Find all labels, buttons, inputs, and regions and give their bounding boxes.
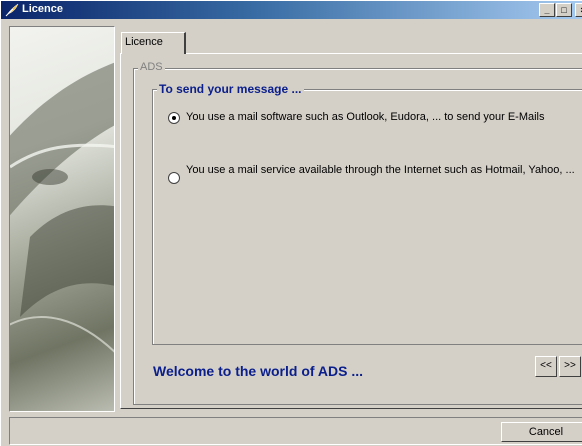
- licence-window: Licence _ □ × Licence ADS To send your m…: [0, 0, 582, 446]
- mail-service-option[interactable]: You use a mail service available through…: [168, 164, 578, 184]
- mail-software-radio[interactable]: [168, 112, 180, 124]
- minimize-button[interactable]: _: [539, 3, 555, 17]
- feather-icon: [4, 2, 20, 18]
- welcome-text: Welcome to the world of ADS ...: [153, 363, 364, 379]
- mail-software-option[interactable]: You use a mail software such as Outlook,…: [168, 111, 578, 124]
- cancel-button[interactable]: Cancel: [501, 422, 582, 442]
- mail-software-label: You use a mail software such as Outlook,…: [186, 111, 545, 123]
- maximize-button[interactable]: □: [556, 3, 572, 17]
- send-message-group-label: To send your message ...: [157, 82, 304, 96]
- close-button[interactable]: ×: [575, 3, 582, 17]
- title-bar[interactable]: Licence _ □ ×: [1, 1, 582, 19]
- ads-group-label: ADS: [138, 61, 165, 73]
- next-button[interactable]: >>: [559, 356, 581, 377]
- window-title: Licence: [22, 3, 63, 15]
- mail-service-label: You use a mail service available through…: [186, 164, 575, 176]
- aircraft-side-image: [9, 26, 115, 412]
- send-message-group: [152, 89, 582, 345]
- mail-service-radio[interactable]: [168, 172, 180, 184]
- tab-licence[interactable]: Licence: [121, 32, 186, 54]
- previous-button[interactable]: <<: [535, 356, 557, 377]
- button-bar: [9, 417, 582, 445]
- tab-licence-label: Licence: [125, 36, 163, 48]
